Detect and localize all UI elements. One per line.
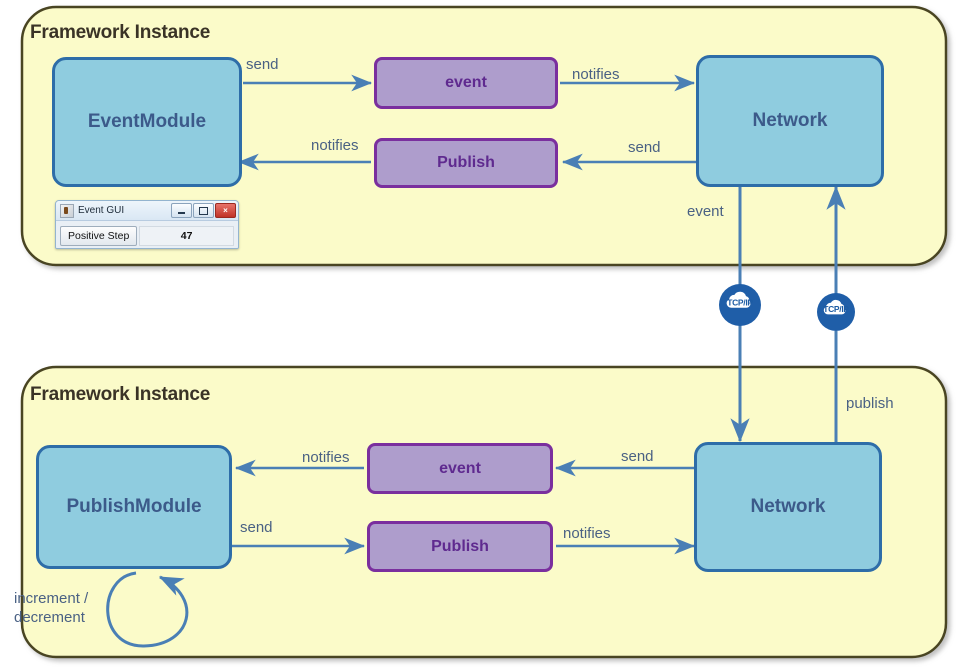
node-bottom-message-publish[interactable]: Publish	[367, 521, 553, 572]
minimize-icon[interactable]	[171, 203, 192, 218]
node-publish-module-label: PublishModule	[66, 496, 202, 517]
edge-label-send-network-to-publish: send	[628, 139, 661, 156]
maximize-icon[interactable]	[193, 203, 214, 218]
edge-label-publish-up: publish	[846, 395, 894, 412]
tcpip-icon-right: TCP/IP	[817, 293, 855, 331]
event-gui-title: Event GUI	[78, 205, 125, 216]
edge-label-notifies-event-to-module: notifies	[302, 449, 350, 466]
edge-label-notifies-publish-to-module: notifies	[311, 137, 359, 154]
node-top-network-label: Network	[752, 110, 828, 131]
edge-label-increment-decrement-line2: decrement	[14, 609, 85, 626]
node-event-module[interactable]: EventModule	[52, 57, 242, 187]
node-event-module-label: EventModule	[87, 111, 207, 132]
positive-step-button[interactable]: Positive Step	[60, 225, 138, 246]
node-top-message-publish[interactable]: Publish	[374, 138, 558, 188]
node-bottom-message-event[interactable]: event	[367, 443, 553, 494]
edge-label-event-down: event	[687, 203, 724, 220]
edge-label-notifies-publish-to-network: notifies	[563, 525, 611, 542]
tcpip-right-label: TCP/IP	[823, 304, 849, 314]
edge-label-send-module-to-publish: send	[240, 519, 273, 536]
tcpip-left-label: TCP/IP	[727, 298, 753, 308]
node-top-message-event[interactable]: event	[374, 57, 558, 109]
close-icon[interactable]: ×	[215, 203, 236, 218]
event-gui-value: 47	[139, 225, 234, 246]
node-bottom-message-event-label: event	[439, 459, 481, 477]
framework-title-top: Framework Instance	[30, 22, 211, 43]
node-top-message-event-label: event	[445, 74, 487, 91]
node-bottom-message-publish-label: Publish	[431, 537, 489, 555]
event-gui-body: Positive Step 47	[56, 221, 238, 248]
framework-title-bottom: Framework Instance	[30, 384, 211, 405]
java-coffee-icon	[60, 203, 74, 218]
node-top-network[interactable]: Network	[696, 55, 884, 187]
tcpip-icon-left: TCP/IP	[719, 284, 761, 326]
edge-label-increment-decrement: increment / decrement	[14, 589, 88, 627]
event-gui-window[interactable]: Event GUI × Positive Step 47	[55, 200, 239, 249]
edge-label-send-network-to-event: send	[621, 448, 654, 465]
node-bottom-network[interactable]: Network	[694, 442, 882, 572]
node-bottom-network-label: Network	[750, 496, 826, 517]
node-top-message-publish-label: Publish	[437, 154, 495, 171]
diagram-canvas: TCP/IP TCP/IP Framework Instance Framewo…	[0, 0, 960, 669]
edge-label-send-module-to-event: send	[246, 56, 279, 73]
edge-label-increment-decrement-line1: increment /	[14, 590, 89, 607]
event-gui-titlebar[interactable]: Event GUI ×	[56, 201, 238, 221]
node-publish-module[interactable]: PublishModule	[36, 445, 232, 569]
edge-label-notifies-event-to-network: notifies	[572, 66, 620, 83]
